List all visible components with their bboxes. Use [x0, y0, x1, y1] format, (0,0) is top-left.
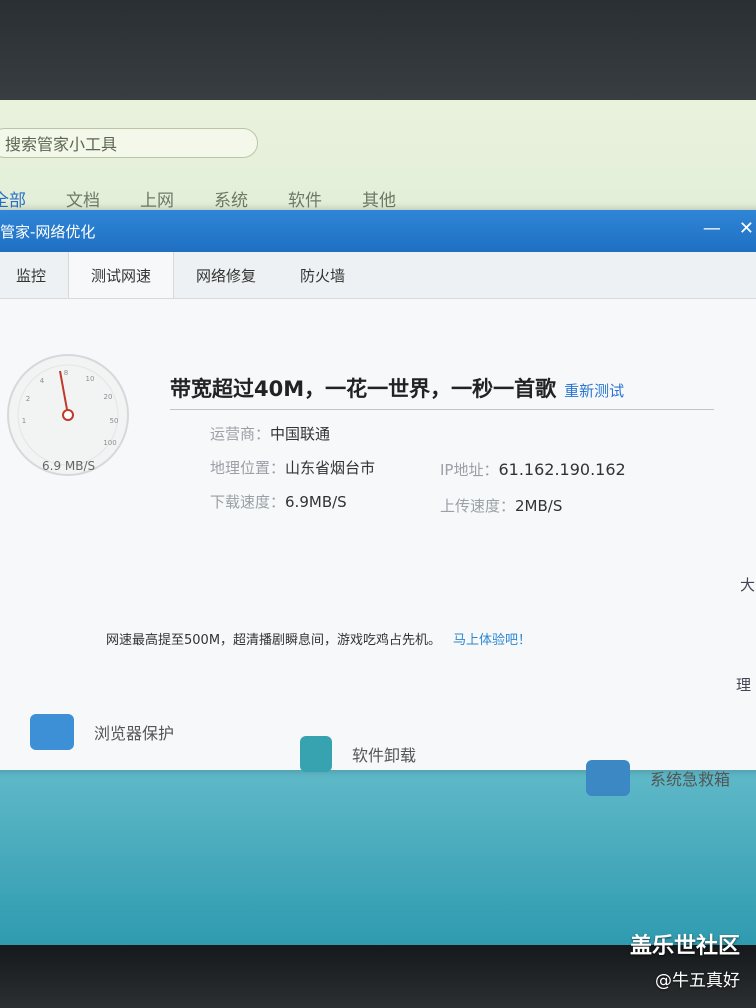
promo-banner: 网速最高提至500M，超清播剧瞬息间，游戏吃鸡占先机。 马上体验吧！ — [106, 629, 531, 648]
ip-row: IP地址：61.162.190.162 — [440, 459, 626, 480]
retest-link[interactable]: 重新测试 — [564, 382, 624, 400]
category-tab-docs[interactable]: 文档 — [66, 186, 100, 211]
promo-link[interactable]: 马上体验吧！ — [453, 633, 531, 648]
category-tab-all[interactable]: 全部 — [0, 186, 26, 211]
shield-icon — [30, 714, 74, 750]
watermark-line1: 盖乐世社区 — [629, 934, 740, 959]
isp-label: 运营商： — [210, 425, 271, 443]
headline-text: 带宽超过40M，一花一世界，一秒一首歌 — [170, 377, 557, 401]
svg-text:8: 8 — [64, 369, 68, 377]
tool-software-uninstall[interactable]: 软件卸载 — [300, 736, 416, 772]
network-optimizer-window: 管家-网络优化 — ✕ 监控 测试网速 网络修复 防火墙 1 2 4 8 10 — [0, 210, 756, 770]
divider — [170, 409, 714, 410]
toolbox-search-input[interactable]: 搜索管家小工具 — [0, 128, 258, 158]
tab-monitor[interactable]: 监控 — [0, 252, 68, 298]
category-tab-other[interactable]: 其他 — [362, 186, 396, 211]
download-label: 下载速度： — [210, 493, 286, 511]
tab-network-repair[interactable]: 网络修复 — [174, 252, 278, 298]
isp-value: 中国联通 — [270, 425, 331, 443]
side-char-1: 大 — [740, 576, 756, 594]
tool-system-rescue[interactable]: 系统急救箱 — [586, 760, 730, 796]
toolbox-search-placeholder: 搜索管家小工具 — [5, 135, 118, 154]
tool-browser-protection-label: 浏览器保护 — [94, 724, 175, 743]
window-tabbar: 监控 测试网速 网络修复 防火墙 — [0, 252, 756, 299]
upload-value: 2MB/S — [515, 497, 563, 515]
ip-label: IP地址： — [440, 461, 499, 479]
location-row: 地理位置：山东省烟台市 — [210, 457, 375, 478]
toolbox-icon — [586, 760, 630, 796]
upload-row: 上传速度：2MB/S — [440, 495, 562, 516]
minimize-button[interactable]: — — [703, 218, 721, 239]
isp-row: 运营商：中国联通 — [210, 423, 330, 444]
location-label: 地理位置： — [210, 459, 286, 477]
watermark: 盖乐世社区 @牛五真好 — [630, 928, 740, 991]
svg-text:50: 50 — [110, 417, 119, 425]
tool-browser-protection[interactable]: 浏览器保护 — [30, 714, 174, 750]
speed-test-panel: 1 2 4 8 10 20 50 100 6.9 MB/S 带宽超过40M，一花… — [0, 299, 756, 769]
toolbox-category-tabs: 全部 文档 上网 系统 软件 其他 — [0, 186, 436, 211]
category-tab-software[interactable]: 软件 — [288, 186, 322, 211]
svg-text:4: 4 — [40, 377, 45, 385]
tab-firewall[interactable]: 防火墙 — [278, 252, 367, 298]
speed-headline: 带宽超过40M，一花一世界，一秒一首歌 重新测试 — [170, 373, 624, 403]
category-tab-web[interactable]: 上网 — [140, 186, 174, 211]
download-value: 6.9MB/S — [285, 493, 347, 511]
window-title: 管家-网络优化 — [0, 222, 96, 241]
svg-text:10: 10 — [86, 375, 95, 383]
tool-system-rescue-label: 系统急救箱 — [650, 770, 731, 789]
tab-speed-test[interactable]: 测试网速 — [68, 252, 175, 298]
svg-text:1: 1 — [22, 417, 26, 425]
gauge-value-label: 6.9 MB/S — [42, 459, 96, 473]
download-row: 下载速度：6.9MB/S — [210, 491, 347, 512]
close-button[interactable]: ✕ — [739, 218, 754, 239]
ip-value: 61.162.190.162 — [498, 460, 626, 479]
location-value: 山东省烟台市 — [285, 459, 376, 477]
svg-text:100: 100 — [103, 439, 116, 447]
window-titlebar[interactable]: 管家-网络优化 — ✕ — [0, 210, 756, 252]
watermark-line2: @牛五真好 — [655, 971, 740, 991]
svg-text:20: 20 — [104, 393, 113, 401]
svg-text:2: 2 — [26, 395, 30, 403]
speed-gauge-icon: 1 2 4 8 10 20 50 100 — [7, 354, 129, 476]
promo-text: 网速最高提至500M，超清播剧瞬息间，游戏吃鸡占先机。 — [106, 633, 442, 648]
side-char-2: 理 — [736, 676, 752, 694]
tool-software-uninstall-label: 软件卸载 — [352, 746, 417, 765]
trash-icon — [300, 736, 332, 772]
category-tab-system[interactable]: 系统 — [214, 186, 248, 211]
screen: 搜索管家小工具 全部 文档 上网 系统 软件 其他 管家-网络优化 — ✕ 监控… — [0, 100, 756, 960]
upload-label: 上传速度： — [440, 497, 516, 515]
